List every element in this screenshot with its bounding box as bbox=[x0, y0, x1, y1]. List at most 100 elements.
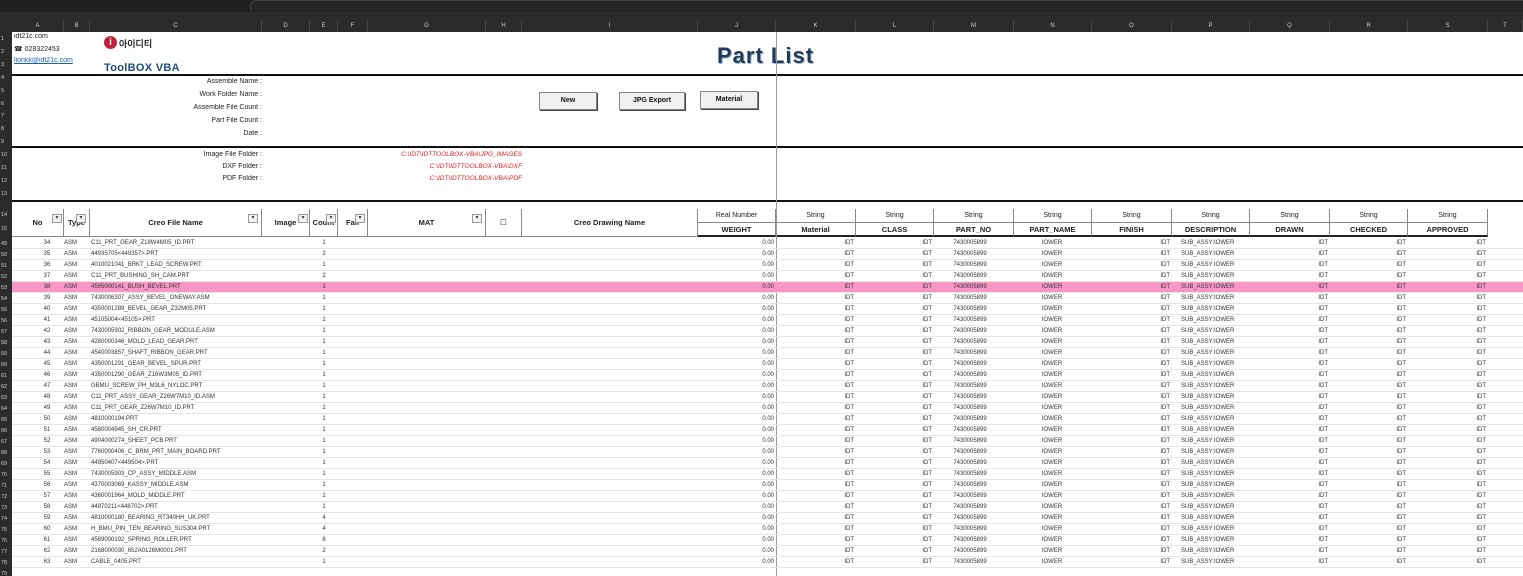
cell-desc[interactable]: SUB_ASSY:IOWER bbox=[1181, 370, 1251, 381]
cell-class[interactable]: IDT bbox=[856, 304, 932, 315]
table-row[interactable]: 40 ASM 4350001289_BEVEL_GEAR_Z32M05.PRT 1 0.… bbox=[12, 304, 1523, 315]
column-header[interactable]: E bbox=[310, 20, 338, 32]
cell-desc[interactable]: SUB_ASSY:IOWER bbox=[1181, 535, 1251, 546]
cell-weight[interactable]: 0.00 bbox=[698, 326, 774, 337]
column-header[interactable]: Q bbox=[1250, 20, 1330, 32]
cell-part_name[interactable]: IOWER bbox=[1014, 326, 1090, 337]
row-number[interactable]: 14 bbox=[0, 209, 12, 221]
cell-part_name[interactable]: IOWER bbox=[1014, 491, 1090, 502]
column-header[interactable]: O bbox=[1092, 20, 1172, 32]
cell-part_name[interactable]: IOWER bbox=[1014, 392, 1090, 403]
column-header[interactable]: B bbox=[64, 20, 90, 32]
cell-file[interactable]: 4350001291_GEAR_BEVEL_SPUR.PRT bbox=[91, 359, 261, 370]
cell-no[interactable]: 51 bbox=[32, 425, 62, 436]
cell-part_no[interactable]: 7430005899 bbox=[934, 315, 1006, 326]
cell-type[interactable]: ASM bbox=[64, 513, 90, 524]
cell-type[interactable]: ASM bbox=[64, 436, 90, 447]
cell-approved[interactable]: IDT bbox=[1408, 502, 1486, 513]
cell-weight[interactable]: 0.00 bbox=[698, 458, 774, 469]
cell-count[interactable]: 1 bbox=[310, 458, 338, 469]
cell-desc[interactable]: SUB_ASSY:IOWER bbox=[1181, 282, 1251, 293]
cell-weight[interactable]: 0.00 bbox=[698, 315, 774, 326]
cell-file[interactable]: 4370003069_KASSY_MIDDLE.ASM bbox=[91, 480, 261, 491]
cell-approved[interactable]: IDT bbox=[1408, 524, 1486, 535]
cell-part_no[interactable]: 7430005899 bbox=[934, 458, 1006, 469]
cell-desc[interactable]: SUB_ASSY:IOWER bbox=[1181, 260, 1251, 271]
cell-part_no[interactable]: 7430005899 bbox=[934, 249, 1006, 260]
cell-approved[interactable]: IDT bbox=[1408, 469, 1486, 480]
cell-approved[interactable]: IDT bbox=[1408, 315, 1486, 326]
cell-class[interactable]: IDT bbox=[856, 469, 932, 480]
cell-drawn[interactable]: IDT bbox=[1250, 524, 1328, 535]
cell-material[interactable]: IDT bbox=[776, 293, 854, 304]
cell-class[interactable]: IDT bbox=[856, 491, 932, 502]
cell-part_name[interactable]: IOWER bbox=[1014, 458, 1090, 469]
cell-count[interactable]: 1 bbox=[310, 260, 338, 271]
table-row[interactable]: 52 ASM 4904000274_SHEET_PCB.PRT 1 0.00 IDT IDT… bbox=[12, 436, 1523, 447]
cell-approved[interactable]: IDT bbox=[1408, 480, 1486, 491]
cell-no[interactable]: 52 bbox=[32, 436, 62, 447]
cell-drawn[interactable]: IDT bbox=[1250, 425, 1328, 436]
cell-weight[interactable]: 0.00 bbox=[698, 557, 774, 568]
cell-desc[interactable]: SUB_ASSY:IOWER bbox=[1181, 480, 1251, 491]
cell-count[interactable]: 2 bbox=[310, 271, 338, 282]
cell-part_no[interactable]: 7430005899 bbox=[934, 535, 1006, 546]
cell-file[interactable]: 44870211<448702>.PRT bbox=[91, 502, 261, 513]
cell-class[interactable]: IDT bbox=[856, 315, 932, 326]
cell-finish[interactable]: IDT bbox=[1092, 403, 1170, 414]
cell-class[interactable]: IDT bbox=[856, 392, 932, 403]
cell-part_name[interactable]: IOWER bbox=[1014, 260, 1090, 271]
cell-desc[interactable]: SUB_ASSY:IOWER bbox=[1181, 447, 1251, 458]
filter-dropdown-icon[interactable]: ▾ bbox=[472, 214, 482, 223]
cell-count[interactable]: 1 bbox=[310, 337, 338, 348]
cell-approved[interactable]: IDT bbox=[1408, 403, 1486, 414]
row-number[interactable]: 79 bbox=[0, 568, 12, 576]
cell-class[interactable]: IDT bbox=[856, 326, 932, 337]
cell-part_no[interactable]: 7430005899 bbox=[934, 557, 1006, 568]
cell-checked[interactable]: IDT bbox=[1330, 260, 1406, 271]
cell-part_no[interactable]: 7430005899 bbox=[934, 293, 1006, 304]
cell-material[interactable]: IDT bbox=[776, 381, 854, 392]
cell-desc[interactable]: SUB_ASSY:IOWER bbox=[1181, 436, 1251, 447]
checkbox-icon[interactable]: ☐ bbox=[500, 218, 507, 227]
cell-class[interactable]: IDT bbox=[856, 238, 932, 249]
row-number[interactable]: 8 bbox=[0, 123, 12, 135]
cell-material[interactable]: IDT bbox=[776, 315, 854, 326]
cell-file[interactable]: C11_PRT_ASSY_GEAR_Z26W7M10_ID.ASM bbox=[91, 392, 261, 403]
cell-count[interactable]: 1 bbox=[310, 282, 338, 293]
cell-part_no[interactable]: 7430005899 bbox=[934, 271, 1006, 282]
cell-file[interactable]: 4595000141_BUSH_BEVEL.PRT bbox=[91, 282, 261, 293]
cell-count[interactable]: 1 bbox=[310, 436, 338, 447]
cell-weight[interactable]: 0.00 bbox=[698, 337, 774, 348]
cell-weight[interactable]: 0.00 bbox=[698, 546, 774, 557]
cell-finish[interactable]: IDT bbox=[1092, 502, 1170, 513]
cell-no[interactable]: 57 bbox=[32, 491, 62, 502]
cell-part_name[interactable]: IOWER bbox=[1014, 513, 1090, 524]
cell-type[interactable]: ASM bbox=[64, 535, 90, 546]
cell-drawn[interactable]: IDT bbox=[1250, 436, 1328, 447]
cell-count[interactable]: 1 bbox=[310, 392, 338, 403]
cell-type[interactable]: ASM bbox=[64, 491, 90, 502]
cell-checked[interactable]: IDT bbox=[1330, 293, 1406, 304]
cell-file[interactable]: C11_PRT_GEAR_Z18W4M05_ID.PRT bbox=[91, 238, 261, 249]
cell-checked[interactable]: IDT bbox=[1330, 546, 1406, 557]
cell-file[interactable]: 7760000406_C_BRM_PRT_MAIN_BOARD.PRT bbox=[91, 447, 261, 458]
cell-approved[interactable]: IDT bbox=[1408, 304, 1486, 315]
cell-part_name[interactable]: IOWER bbox=[1014, 381, 1090, 392]
cell-count[interactable]: 1 bbox=[310, 348, 338, 359]
cell-part_no[interactable]: 7430005899 bbox=[934, 546, 1006, 557]
cell-type[interactable]: ASM bbox=[64, 359, 90, 370]
cell-desc[interactable]: SUB_ASSY:IOWER bbox=[1181, 469, 1251, 480]
row-number[interactable]: 11 bbox=[0, 162, 12, 174]
filter-dropdown-icon[interactable]: ▾ bbox=[52, 214, 62, 223]
cell-checked[interactable]: IDT bbox=[1330, 447, 1406, 458]
cell-type[interactable]: ASM bbox=[64, 238, 90, 249]
cell-checked[interactable]: IDT bbox=[1330, 480, 1406, 491]
cell-class[interactable]: IDT bbox=[856, 337, 932, 348]
material-button[interactable]: Material bbox=[700, 91, 758, 109]
cell-weight[interactable]: 0.00 bbox=[698, 524, 774, 535]
cell-finish[interactable]: IDT bbox=[1092, 282, 1170, 293]
cell-file[interactable]: 4810000194.PRT bbox=[91, 414, 261, 425]
cell-approved[interactable]: IDT bbox=[1408, 546, 1486, 557]
cell-drawn[interactable]: IDT bbox=[1250, 480, 1328, 491]
